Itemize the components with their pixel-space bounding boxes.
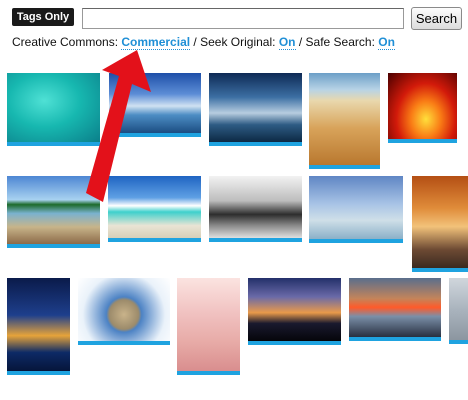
search-page: Tags Only Search Creative Commons: Comme… [0,0,468,400]
thumbnail-cloudy-sky-beach[interactable] [209,73,302,146]
thumbnail-jumping-person-beach[interactable] [309,176,403,243]
thumbnail-beach-lounge-chairs[interactable] [108,176,201,242]
thumbnail-woman-beach[interactable] [177,278,240,375]
search-button[interactable]: Search [411,7,462,30]
thumbnail-tropical-sea[interactable] [7,73,100,146]
creative-commons-toggle[interactable]: Commercial [121,35,191,50]
search-input[interactable] [82,8,404,29]
search-options: Creative Commons: Commercial / Seek Orig… [12,35,395,50]
thumbnail-city-coast[interactable] [109,73,201,137]
separator: / [298,35,303,49]
thumbnail-night-sea-glow[interactable] [7,278,70,375]
seek-original-toggle[interactable]: On [278,35,296,50]
thumbnail-pier-island[interactable] [7,176,100,248]
thumbnail-black-white-portrait[interactable] [209,176,302,242]
thumbnail-sunset-shore[interactable] [412,176,468,272]
seek-original-label: Seek Original: [200,35,276,49]
thumbnail-fisheye-planet[interactable] [78,278,170,345]
thumbnail-red-sunset-palm[interactable] [388,73,457,143]
creative-commons-label: Creative Commons: [12,35,119,49]
thumbnail-sand-beach-footprints[interactable] [309,73,380,169]
tags-only-button[interactable]: Tags Only [12,8,74,26]
safe-search-label: Safe Search: [305,35,375,49]
thumbnail-sunset-silhouettes[interactable] [248,278,341,345]
thumbnail-pier-sunset[interactable] [349,278,441,341]
separator: / [193,35,197,49]
thumbnail-partial-photo[interactable] [449,278,468,344]
safe-search-toggle[interactable]: On [378,35,395,50]
